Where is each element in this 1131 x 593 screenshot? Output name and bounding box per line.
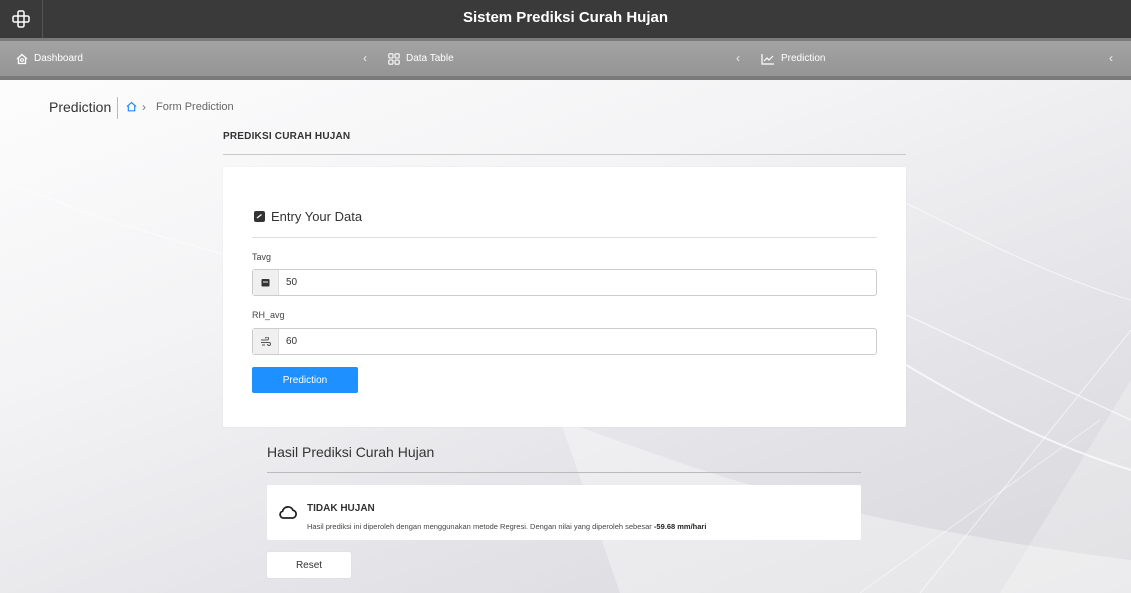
collapse-chevron-icon[interactable]: ‹ <box>363 41 367 76</box>
section-title: PREDIKSI CURAH HUJAN <box>223 131 351 142</box>
divider <box>223 154 906 155</box>
entry-form-card: Entry Your Data Tavg RH_avg Prediction <box>223 167 906 427</box>
nav-item-data-table[interactable]: Data Table <box>388 41 454 76</box>
prediction-status: TIDAK HUJAN <box>307 503 375 514</box>
nav-item-prediction[interactable]: Prediction <box>761 41 825 76</box>
form-icon <box>254 211 265 222</box>
rh-avg-label: RH_avg <box>252 310 285 320</box>
result-value: -59.68 mm/hari <box>653 522 707 531</box>
nav-bar: Dashboard ‹ Data Table ‹ Prediction ‹ <box>0 38 1131 80</box>
tavg-input-group <box>252 269 877 296</box>
line-chart-icon <box>761 53 774 65</box>
nav-item-label: Data Table <box>406 53 454 64</box>
page-title: Prediction <box>49 99 112 115</box>
result-box: TIDAK HUJAN Hasil prediksi ini diperoleh… <box>267 485 861 540</box>
divider <box>252 237 877 238</box>
calendar-icon <box>253 270 279 295</box>
nav-item-label: Prediction <box>781 53 826 64</box>
breadcrumb-divider <box>117 97 118 119</box>
grid-icon <box>388 52 400 65</box>
rh-avg-input[interactable] <box>279 329 876 354</box>
form-heading: Entry Your Data <box>254 209 362 224</box>
home-icon[interactable] <box>126 101 137 112</box>
wind-icon <box>253 329 279 354</box>
nav-item-label: Dashboard <box>34 53 83 64</box>
tavg-input[interactable] <box>279 270 876 295</box>
home-icon <box>16 53 28 64</box>
tavg-label: Tavg <box>252 252 272 262</box>
collapse-chevron-icon[interactable]: ‹ <box>736 41 740 76</box>
result-description: Hasil prediksi ini diperoleh dengan meng… <box>307 522 706 531</box>
result-description-text: Hasil prediksi ini diperoleh dengan meng… <box>307 522 652 531</box>
rh-avg-input-group <box>252 328 877 355</box>
breadcrumb-current: Form Prediction <box>156 101 234 113</box>
result-title: Hasil Prediksi Curah Hujan <box>267 444 435 460</box>
app-title: Sistem Prediksi Curah Hujan <box>462 9 669 26</box>
breadcrumb-chevron-icon: › <box>142 100 146 114</box>
nav-item-dashboard[interactable]: Dashboard <box>16 41 83 76</box>
form-heading-text: Entry Your Data <box>271 209 363 224</box>
cloud-icon <box>279 506 297 519</box>
top-bar: Sistem Prediksi Curah Hujan <box>0 0 1131 38</box>
collapse-chevron-icon[interactable]: ‹ <box>1109 41 1113 76</box>
reset-button[interactable]: Reset <box>267 552 351 578</box>
prediction-button[interactable]: Prediction <box>252 367 358 393</box>
divider <box>267 472 861 473</box>
